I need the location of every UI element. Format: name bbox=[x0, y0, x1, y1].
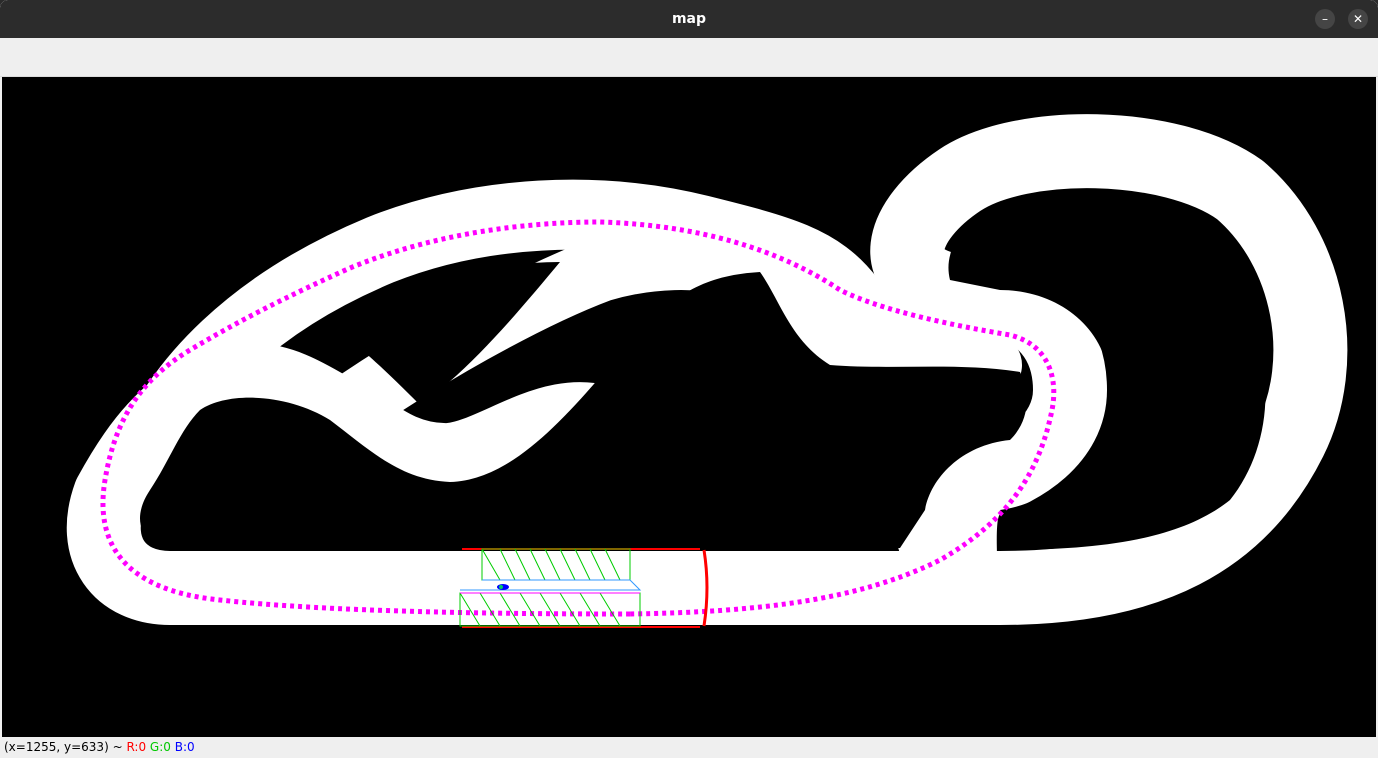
minimize-button[interactable]: – bbox=[1315, 9, 1335, 29]
window-title: map bbox=[671, 11, 707, 27]
minimize-icon: – bbox=[1322, 12, 1328, 26]
map-canvas[interactable] bbox=[2, 77, 1376, 737]
close-icon: ✕ bbox=[1352, 12, 1364, 26]
status-coords: (x=1255, y=633) ~ bbox=[4, 740, 127, 754]
status-blue: B:0 bbox=[174, 740, 195, 754]
status-red: R:0 bbox=[126, 740, 147, 754]
title-bar: map – ✕ bbox=[0, 0, 1378, 38]
close-button[interactable]: ✕ bbox=[1348, 9, 1368, 29]
map-image bbox=[2, 77, 1376, 737]
status-green: G:0 bbox=[149, 740, 171, 754]
toolbar bbox=[0, 38, 1378, 77]
status-bar: (x=1255, y=633) ~ R:0 G:0 B:0 bbox=[0, 737, 1378, 758]
map-window: map – ✕ (x=1255, y=633) ~ R:0 G:0 B:0 bbox=[0, 0, 1378, 758]
vehicle-marker-center bbox=[499, 585, 503, 589]
